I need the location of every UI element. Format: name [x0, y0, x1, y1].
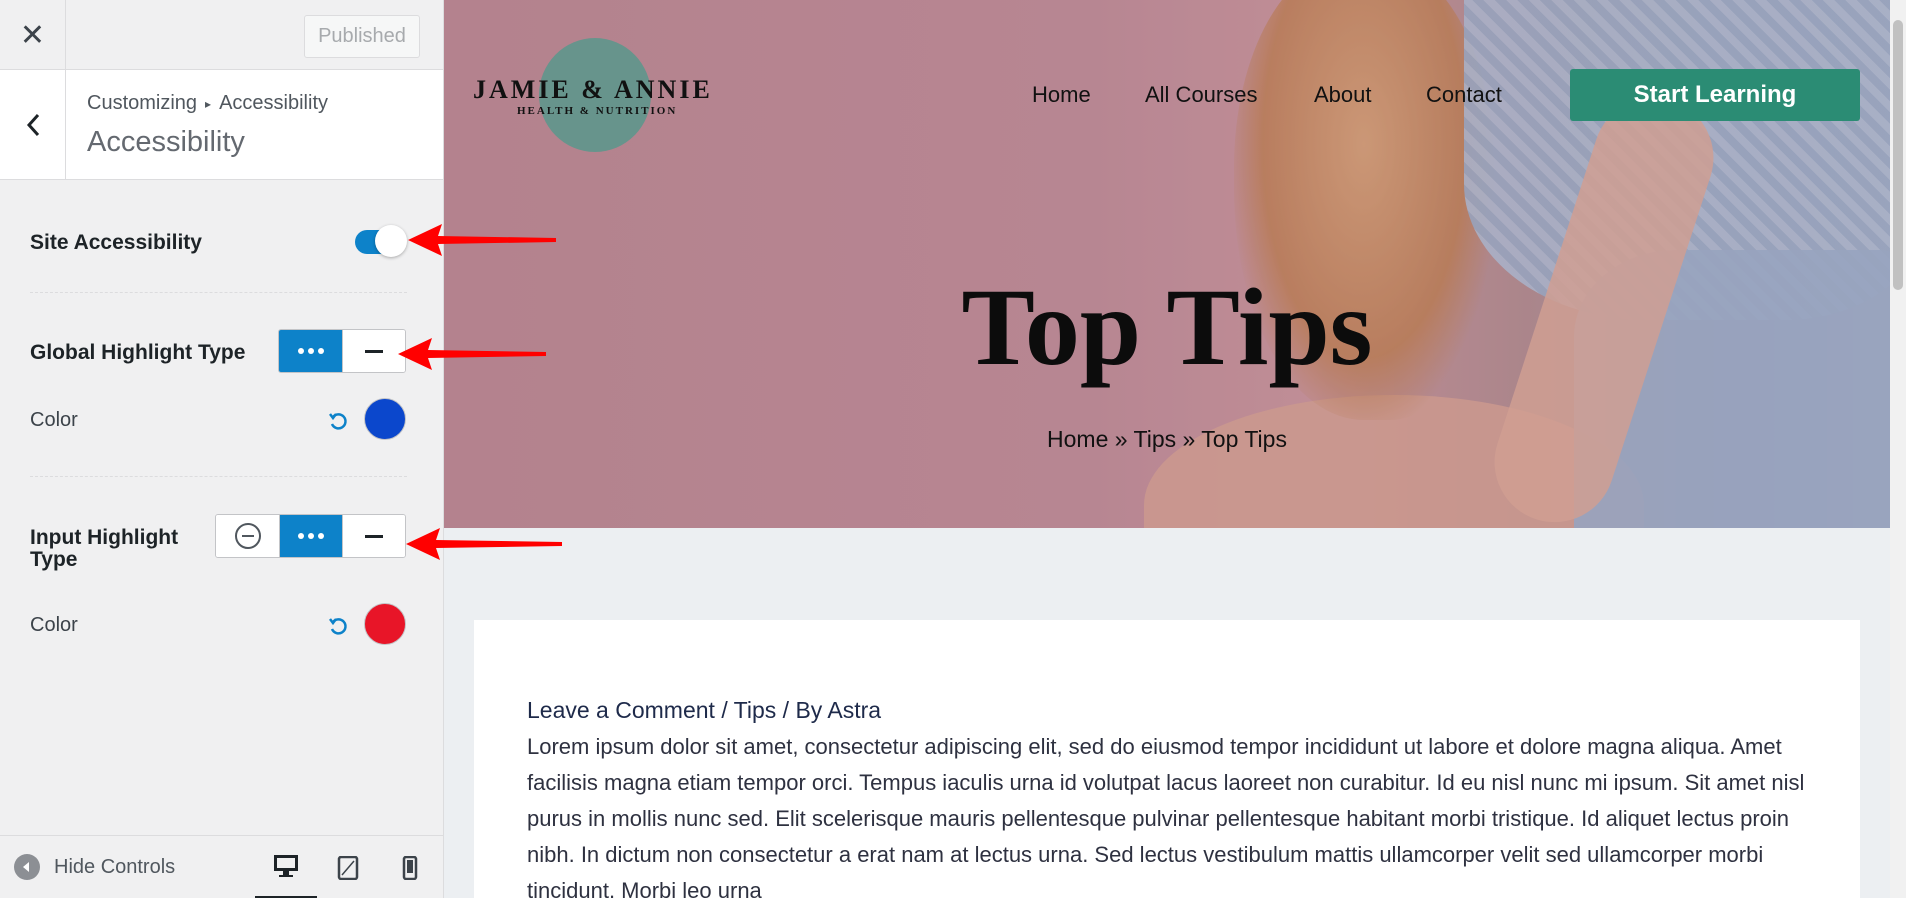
breadcrumb-separator-icon: ▸: [205, 96, 212, 111]
post-card: Leave a Comment / Tips / By Astra Lorem …: [474, 620, 1860, 898]
site-preview: JAMIE & ANNIE HEALTH & NUTRITION Home Al…: [444, 0, 1906, 898]
nav-about[interactable]: About: [1314, 82, 1372, 108]
close-customizer-button[interactable]: ✕: [0, 0, 66, 70]
post-meta: Leave a Comment / Tips / By Astra: [527, 697, 882, 723]
input-highlight-label-line2: Type: [30, 548, 78, 571]
global-highlight-dotted-button[interactable]: [279, 330, 342, 372]
page-title: Top Tips: [961, 266, 1373, 388]
input-highlight-disable-button[interactable]: [216, 515, 279, 557]
global-highlight-color-swatch[interactable]: [364, 398, 406, 440]
annotation-arrow-icon: [398, 338, 546, 370]
global-highlight-color-label: Color: [30, 409, 78, 431]
logo-name: JAMIE & ANNIE: [473, 75, 713, 104]
logo-tagline: HEALTH & NUTRITION: [517, 105, 678, 117]
device-mobile-button[interactable]: [379, 836, 441, 898]
post-body: Lorem ipsum dolor sit amet, consectetur …: [527, 734, 1805, 898]
site-accessibility-toggle[interactable]: [355, 225, 407, 257]
customizer-sidebar: ✕ Published Customizing ▸ Accessibility Ac…: [0, 0, 444, 898]
back-button[interactable]: [0, 70, 66, 180]
site-logo[interactable]: JAMIE & ANNIE HEALTH & NUTRITION: [473, 38, 733, 158]
customizer-topbar: ✕ Published: [0, 0, 443, 70]
reset-icon[interactable]: [327, 410, 349, 432]
reset-icon[interactable]: [327, 615, 349, 637]
annotation-arrow-icon: [408, 224, 556, 256]
input-highlight-label: Input Highlight Type: [30, 527, 178, 571]
solid-icon: [365, 349, 383, 353]
input-highlight-label-line1: Input Highlight: [30, 526, 179, 549]
close-icon: ✕: [19, 18, 46, 52]
hide-controls-label: Hide Controls: [54, 855, 176, 878]
global-highlight-type-group: [278, 329, 406, 373]
breadcrumb-root: Customizing: [87, 92, 198, 114]
input-highlight-solid-button[interactable]: [342, 515, 405, 557]
section-title: Accessibility: [87, 126, 245, 158]
device-tablet-button[interactable]: [317, 836, 379, 898]
divider: [30, 476, 407, 477]
breadcrumb-current: Accessibility: [219, 92, 328, 114]
hero-breadcrumb: Home » Tips » Top Tips: [1047, 426, 1287, 452]
preview-scrollbar[interactable]: [1890, 0, 1906, 898]
nav-home[interactable]: Home: [1032, 82, 1091, 108]
site-accessibility-label: Site Accessibility: [30, 231, 202, 254]
annotation-arrow-icon: [406, 528, 562, 560]
input-highlight-type-group: [215, 514, 406, 558]
customizer-footer: Hide Controls: [0, 835, 443, 898]
desktop-icon: [274, 855, 298, 877]
chevron-left-icon: [26, 113, 39, 137]
global-highlight-solid-button[interactable]: [342, 330, 405, 372]
global-highlight-label: Global Highlight Type: [30, 341, 246, 364]
collapse-icon: [14, 854, 40, 880]
input-highlight-color-label: Color: [30, 614, 78, 636]
divider: [30, 292, 407, 293]
device-desktop-button[interactable]: [255, 836, 317, 898]
input-highlight-color-swatch[interactable]: [364, 603, 406, 645]
hero-banner: JAMIE & ANNIE HEALTH & NUTRITION Home Al…: [444, 0, 1890, 528]
start-learning-button[interactable]: Start Learning: [1570, 69, 1860, 121]
published-button[interactable]: Published: [304, 15, 420, 58]
section-header: Customizing ▸ Accessibility Accessibility: [0, 70, 443, 180]
tablet-icon: [337, 855, 359, 880]
breadcrumb: Customizing ▸ Accessibility: [87, 92, 328, 115]
dotted-icon: [297, 348, 324, 354]
dotted-icon: [298, 533, 324, 539]
input-highlight-dotted-button[interactable]: [279, 515, 342, 557]
solid-icon: [365, 534, 383, 538]
hide-controls-button[interactable]: Hide Controls: [14, 854, 175, 880]
nav-contact[interactable]: Contact: [1426, 82, 1502, 108]
scrollbar-thumb[interactable]: [1893, 20, 1903, 290]
mobile-icon: [402, 855, 418, 880]
disable-icon: [234, 523, 261, 549]
nav-all-courses[interactable]: All Courses: [1145, 82, 1257, 108]
toggle-knob: [375, 225, 407, 257]
